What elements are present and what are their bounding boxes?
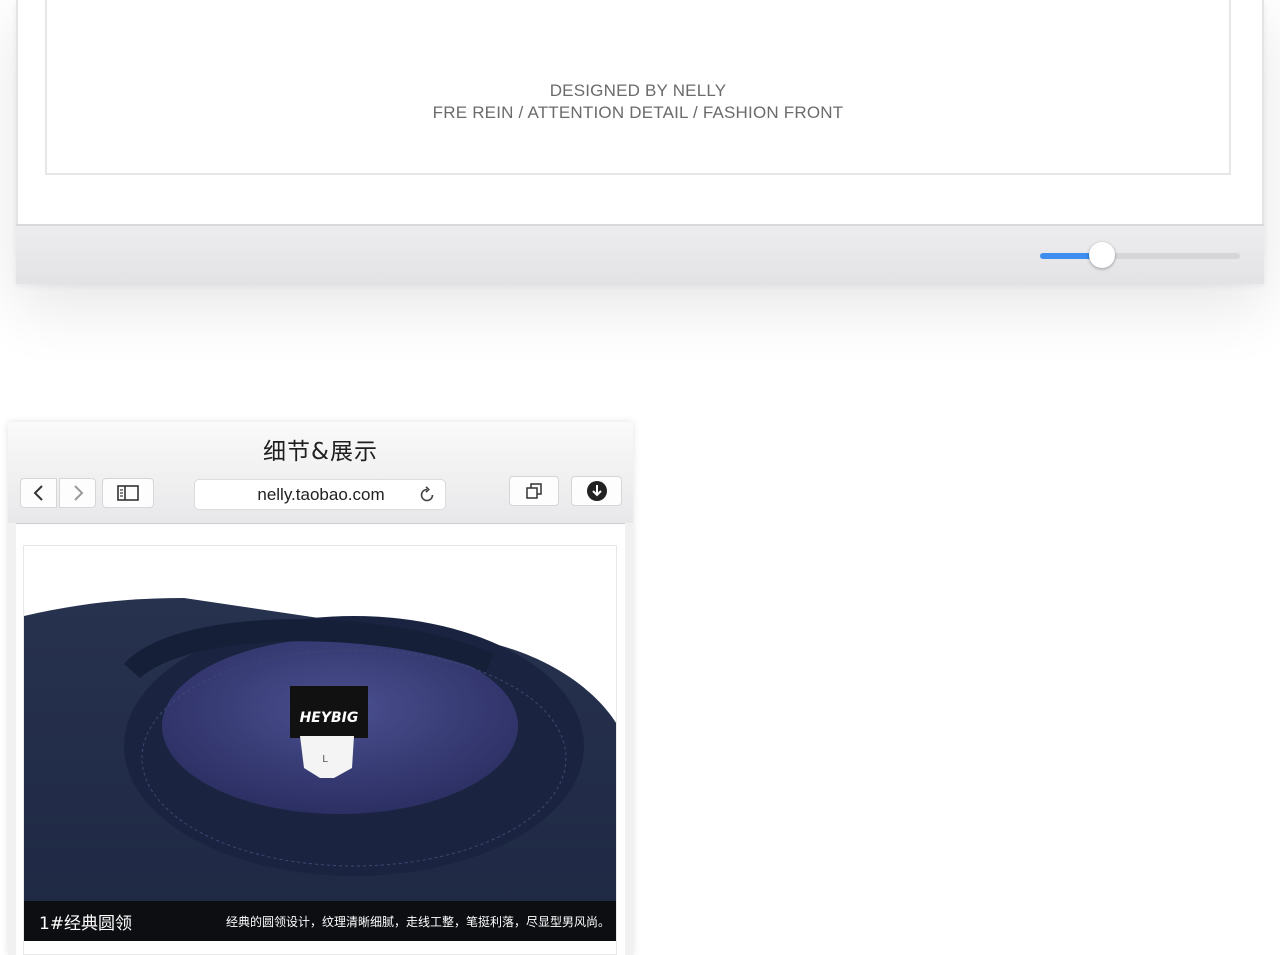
- reload-icon[interactable]: [418, 486, 436, 504]
- browser-toolbar: 细节&展示 nelly.taobao.com: [8, 422, 633, 524]
- credit-line-1: DESIGNED BY NELLY: [549, 81, 727, 100]
- download-icon: [586, 481, 607, 501]
- chevron-right-icon: [73, 485, 83, 501]
- brand-label-text: HEYBIG: [300, 710, 359, 726]
- download-button[interactable]: [571, 476, 622, 506]
- designer-credit: DESIGNED BY NELLY FRE REIN / ATTENTION D…: [47, 80, 1229, 124]
- sidebar-icon: [117, 485, 139, 501]
- sidebar-button[interactable]: [102, 478, 154, 508]
- chevron-left-icon: [33, 485, 43, 501]
- window-edge-right: [1262, 0, 1264, 224]
- zoom-slider[interactable]: [1040, 242, 1240, 268]
- caption-title: 1#经典圆领: [39, 914, 133, 934]
- caption-bar: 1#经典圆领 经典的圆领设计，纹理清晰细腻，走线工整，笔挺利落，尽显型男风尚。: [24, 901, 616, 941]
- tabs-icon: [526, 483, 542, 499]
- browser-window: 细节&展示 nelly.taobao.com HEYBIG L 1#经典圆领 经…: [8, 422, 633, 955]
- credit-line-2: FRE REIN / ATTENTION DETAIL / FASHION FR…: [432, 103, 844, 122]
- caption-description: 经典的圆领设计，纹理清晰细腻，走线工整，笔挺利落，尽显型男风尚。: [225, 915, 610, 929]
- window-edge-left: [16, 0, 18, 224]
- browser-edge-right: [625, 523, 633, 955]
- product-detail-card: HEYBIG L 1#经典圆领 经典的圆领设计，纹理清晰细腻，走线工整，笔挺利落…: [23, 545, 617, 955]
- address-bar[interactable]: nelly.taobao.com: [194, 479, 446, 510]
- sweater-collar-photo: HEYBIG L: [24, 546, 616, 941]
- window-bottom-bar: [16, 224, 1264, 284]
- back-button[interactable]: [20, 478, 57, 508]
- size-label-text: L: [322, 754, 328, 765]
- url-text: nelly.taobao.com: [257, 485, 385, 504]
- page-title: 细节&展示: [263, 439, 378, 465]
- forward-button[interactable]: [59, 478, 96, 508]
- tabs-button[interactable]: [509, 476, 559, 506]
- browser-edge-left: [8, 523, 16, 955]
- zoom-slider-knob[interactable]: [1089, 242, 1115, 268]
- preview-frame: DESIGNED BY NELLY FRE REIN / ATTENTION D…: [45, 0, 1231, 175]
- design-preview-window: DESIGNED BY NELLY FRE REIN / ATTENTION D…: [16, 0, 1264, 284]
